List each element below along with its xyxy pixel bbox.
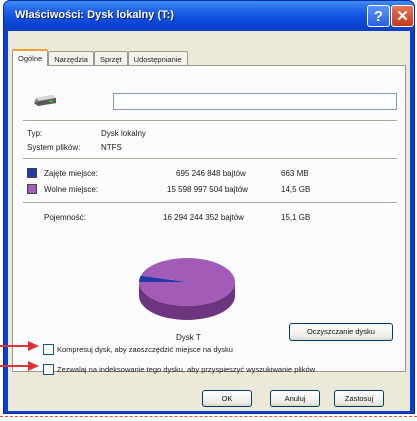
close-button[interactable]: ✕ xyxy=(391,5,414,27)
apply-button[interactable]: Zastosuj xyxy=(334,390,384,407)
properties-window: Właściwości: Dysk lokalny (T:) ? ✕ Ogóln… xyxy=(3,0,415,414)
disk-usage-pie xyxy=(139,258,235,320)
title-bar[interactable]: Właściwości: Dysk lokalny (T:) ? ✕ xyxy=(4,1,414,31)
used-space-size: 663 MB xyxy=(281,169,309,178)
cancel-button[interactable]: Anuluj xyxy=(270,390,320,407)
free-space-label: Wolne miejsce: xyxy=(44,185,99,194)
compress-label[interactable]: Kompresuj dysk, aby zaoszczędzić miejsce… xyxy=(57,345,233,354)
index-option[interactable]: Zezwalaj na indeksowanie tego dysku, aby… xyxy=(43,363,315,375)
capacity-label: Pojemność: xyxy=(44,213,86,222)
capacity-bytes: 16 294 244 352 bajtów xyxy=(163,213,244,222)
type-label: Typ: xyxy=(27,129,43,138)
general-panel: Typ: Dysk lokalny System plików: NTFS Za… xyxy=(12,65,406,372)
used-space-label: Zajęte miejsce: xyxy=(44,169,98,178)
annotation-arrow-icon xyxy=(0,361,39,371)
window-title: Właściwości: Dysk lokalny (T:) xyxy=(15,9,174,21)
filesystem-value: NTFS xyxy=(101,143,122,152)
tab-sharing[interactable]: Udostępnianie xyxy=(127,51,188,66)
capacity-size: 15,1 GB xyxy=(281,213,311,222)
free-space-bytes: 15 598 997 504 bajtów xyxy=(167,185,248,194)
hard-drive-icon xyxy=(34,95,56,106)
help-button[interactable]: ? xyxy=(367,5,390,27)
tab-tools[interactable]: Narzędzia xyxy=(48,51,94,66)
free-space-swatch xyxy=(27,184,37,194)
index-checkbox[interactable] xyxy=(43,363,54,375)
used-space-bytes: 695 246 848 bajtów xyxy=(176,169,246,178)
volume-label-input[interactable] xyxy=(113,93,397,110)
tab-general[interactable]: Ogólne xyxy=(12,49,49,66)
pie-slice-free xyxy=(139,258,235,306)
type-value: Dysk lokalny xyxy=(101,129,146,138)
compress-option[interactable]: Kompresuj dysk, aby zaoszczędzić miejsce… xyxy=(43,343,233,355)
disk-cleanup-button[interactable]: Oczyszczanie dysku xyxy=(289,323,393,341)
annotation-arrow-icon xyxy=(0,341,39,351)
separator xyxy=(23,202,397,204)
page-divider xyxy=(0,416,417,417)
index-label[interactable]: Zezwalaj na indeksowanie tego dysku, aby… xyxy=(57,365,315,374)
tab-hardware[interactable]: Sprzęt xyxy=(93,51,128,66)
compress-checkbox[interactable] xyxy=(43,343,54,355)
separator xyxy=(23,120,397,122)
ok-button[interactable]: OK xyxy=(202,390,252,407)
free-space-size: 14,5 GB xyxy=(281,185,311,194)
dialog-client: Ogólne Narzędzia Sprzęt Udostępnianie Ty… xyxy=(8,31,410,411)
separator xyxy=(23,158,397,160)
used-space-swatch xyxy=(27,168,37,178)
filesystem-label: System plików: xyxy=(27,143,81,152)
drive-name-label: Dysk T xyxy=(176,333,201,342)
tab-strip: Ogólne Narzędzia Sprzęt Udostępnianie xyxy=(12,49,188,66)
